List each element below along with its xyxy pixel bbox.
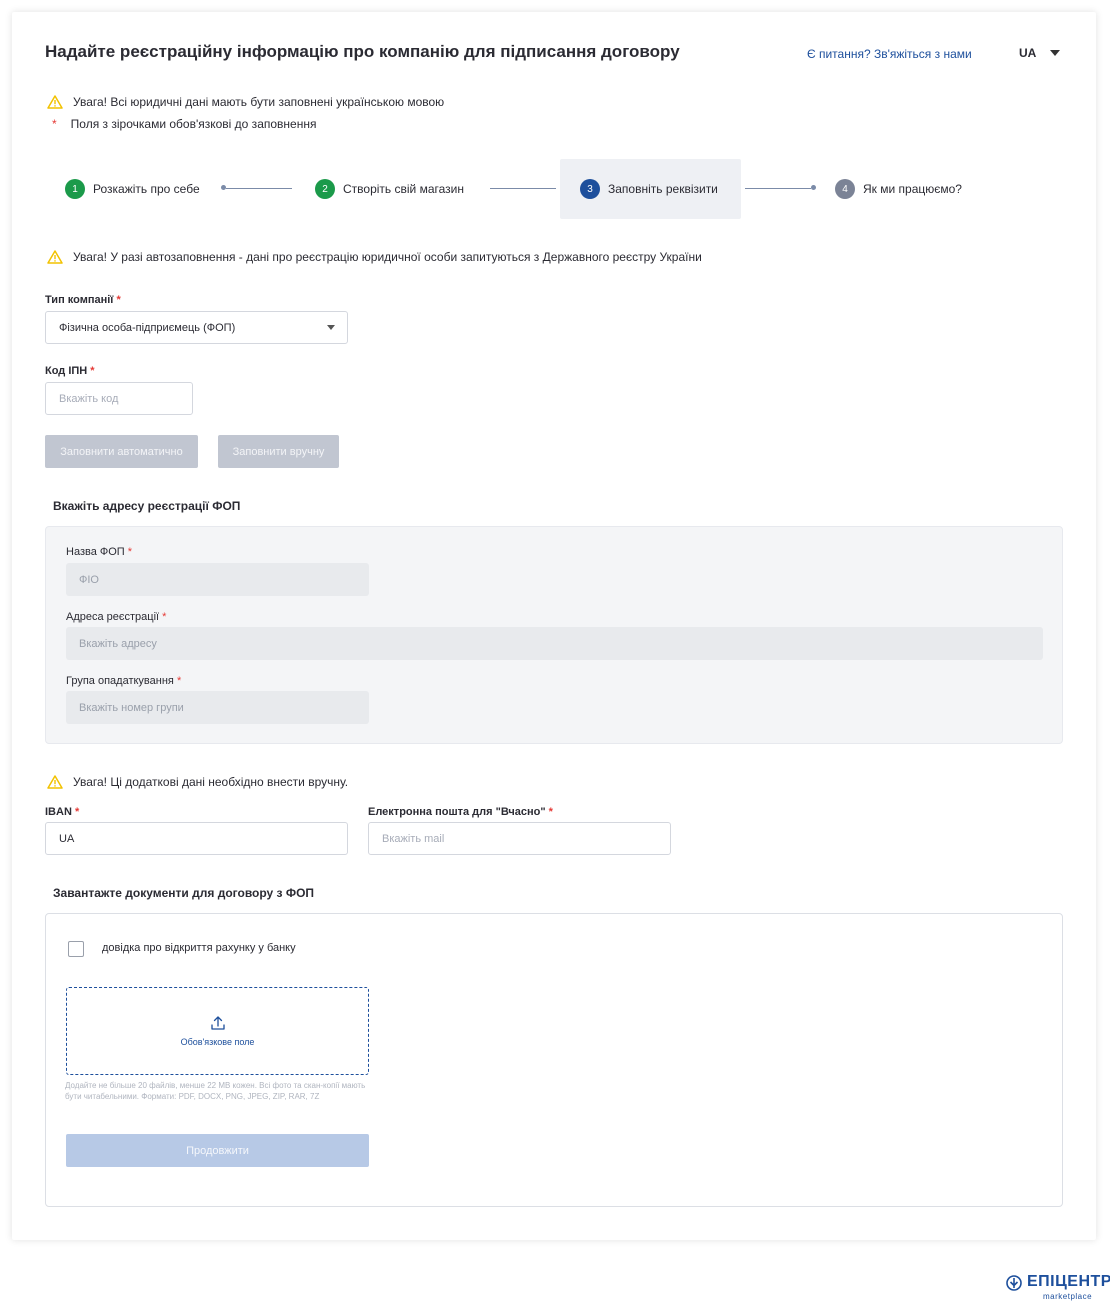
- asterisk-icon: *: [52, 117, 57, 131]
- iban-label-text: IBAN: [45, 806, 72, 818]
- step-2[interactable]: 2 Створіть свій магазин: [315, 159, 464, 219]
- required-asterisk: *: [116, 294, 121, 306]
- dropzone-label: Обов'язкове поле: [180, 1037, 255, 1047]
- required-note-text: Поля з зірочками обов'язкові до заповнен…: [70, 117, 317, 131]
- required-asterisk: *: [127, 546, 133, 558]
- manual-data-warning-text: Увага! Ці додаткові дані необхідно внест…: [73, 775, 349, 789]
- company-type-select[interactable]: Фізична особа-підприємець (ФОП): [45, 311, 348, 344]
- fop-name-label-text: Назва ФОП: [66, 546, 125, 558]
- upload-hint: Додайте не більше 20 файлів, менше 22 МВ…: [65, 1081, 366, 1101]
- company-type-label-text: Тип компанії: [45, 294, 114, 306]
- required-asterisk: *: [74, 806, 80, 818]
- language-warning-text: Увага! Всі юридичні дані мають бути запо…: [73, 95, 445, 109]
- email-label: Електронна пошта для "Вчасно" *: [368, 806, 553, 818]
- step-connector: [745, 188, 811, 189]
- language-selector[interactable]: UA: [1019, 46, 1061, 60]
- logo-subtitle: marketplace: [1043, 1292, 1093, 1301]
- ipn-input[interactable]: Вкажіть код: [45, 382, 193, 415]
- documents-panel: довідка про відкриття рахунку у банку Об…: [45, 913, 1063, 1207]
- ipn-label: Код ІПН *: [45, 365, 95, 377]
- bank-certificate-checkbox[interactable]: [68, 941, 84, 957]
- tax-group-input[interactable]: Вкажіть номер групи: [66, 691, 369, 724]
- autofill-warning-text: Увага! У разі автозаповнення - дані про …: [73, 250, 702, 264]
- upload-dropzone[interactable]: Обов'язкове поле: [66, 987, 369, 1075]
- connector-dot: [811, 185, 816, 190]
- address-section-title: Вкажіть адресу реєстрації ФОП: [53, 499, 241, 513]
- warning-icon: [47, 775, 63, 789]
- address-label-text: Адреса реєстрації: [66, 611, 160, 623]
- tax-group-label-text: Група опадаткування: [66, 675, 174, 687]
- email-input[interactable]: Вкажіть mail: [368, 822, 671, 855]
- language-warning: Увага! Всі юридичні дані мають бути запо…: [47, 95, 444, 109]
- step-label: Як ми працюємо?: [863, 182, 962, 196]
- required-asterisk: *: [162, 611, 167, 623]
- step-connector: [226, 188, 292, 189]
- autofill-warning: Увага! У разі автозаповнення - дані про …: [47, 250, 702, 264]
- step-number: 3: [580, 179, 600, 199]
- page-title: Надайте реєстраційну інформацію про комп…: [45, 42, 680, 61]
- step-3[interactable]: 3 Заповніть реквізити: [560, 159, 741, 219]
- step-label: Заповніть реквізити: [608, 182, 718, 196]
- step-number: 4: [835, 179, 855, 199]
- required-note: * Поля з зірочками обов'язкові до заповн…: [47, 117, 316, 131]
- chevron-down-icon: [1050, 50, 1061, 56]
- stepper: 1 Розкажіть про себе 2 Створіть свій маг…: [45, 159, 1065, 219]
- company-type-label: Тип компанії *: [45, 294, 121, 306]
- chevron-down-icon: [327, 325, 335, 330]
- documents-section-title: Завантажте документи для договору з ФОП: [53, 886, 315, 900]
- company-type-value: Фізична особа-підприємець (ФОП): [59, 321, 236, 334]
- tax-group-label: Група опадаткування *: [66, 675, 181, 687]
- fop-name-input[interactable]: ФІО: [66, 563, 369, 596]
- required-asterisk: *: [548, 806, 553, 818]
- bank-certificate-label: довідка про відкриття рахунку у банку: [102, 942, 296, 954]
- required-asterisk: *: [176, 675, 182, 687]
- ipn-label-text: Код ІПН: [45, 365, 88, 377]
- email-label-text: Електронна пошта для "Вчасно": [368, 806, 546, 818]
- warning-icon: [47, 95, 63, 109]
- epicentr-logo[interactable]: ЕПІЦЕНТР marketplace: [1006, 1273, 1110, 1301]
- contact-us-link[interactable]: Є питання? Зв'яжіться з нами: [807, 47, 972, 61]
- warning-icon: [47, 250, 63, 264]
- step-label: Створіть свій магазин: [343, 182, 464, 196]
- step-1[interactable]: 1 Розкажіть про себе: [65, 159, 200, 219]
- iban-input[interactable]: UA: [45, 822, 348, 855]
- language-value: UA: [1019, 46, 1037, 60]
- step-number: 2: [315, 179, 335, 199]
- step-connector: [490, 188, 556, 189]
- logo-name: ЕПІЦЕНТР: [1027, 1273, 1110, 1290]
- address-label: Адреса реєстрації *: [66, 611, 166, 623]
- iban-label: IBAN *: [45, 806, 79, 818]
- step-label: Розкажіть про себе: [93, 182, 200, 196]
- manual-data-warning: Увага! Ці додаткові дані необхідно внест…: [47, 775, 348, 789]
- upload-icon: [210, 1016, 225, 1030]
- fop-name-label: Назва ФОП *: [66, 546, 132, 558]
- continue-button[interactable]: Продовжити: [66, 1134, 369, 1167]
- required-asterisk: *: [90, 365, 95, 377]
- step-4[interactable]: 4 Як ми працюємо?: [835, 159, 962, 219]
- address-input[interactable]: Вкажіть адресу: [66, 627, 1043, 660]
- logo-emblem-icon: [1006, 1275, 1022, 1291]
- address-panel: Назва ФОП * ФІО Адреса реєстрації * Вкаж…: [45, 526, 1063, 744]
- autofill-button[interactable]: Заповнити автоматично: [45, 435, 198, 468]
- manual-fill-button[interactable]: Заповнити вручну: [218, 435, 339, 468]
- registration-card: Надайте реєстраційну інформацію про комп…: [12, 12, 1096, 1240]
- step-number: 1: [65, 179, 85, 199]
